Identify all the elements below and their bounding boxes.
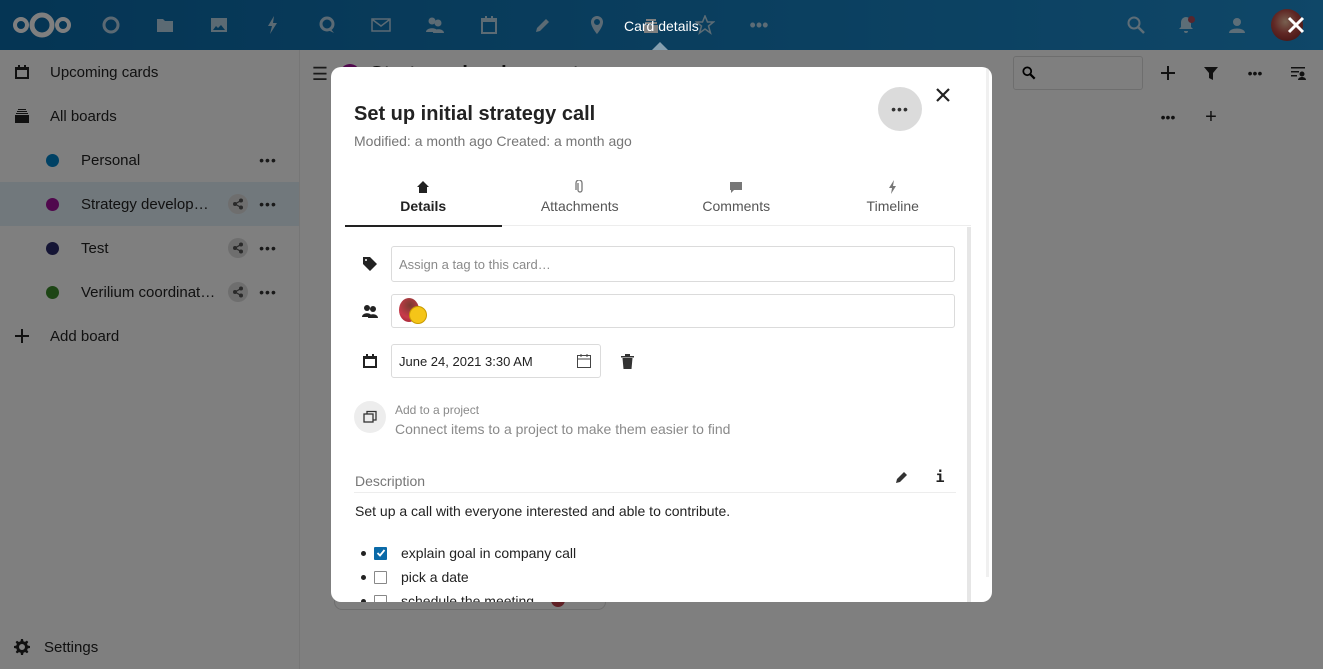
info-icon[interactable]: i: [930, 467, 950, 487]
tag-icon: [354, 256, 386, 272]
overlay-close-icon[interactable]: [1283, 12, 1309, 38]
tab-label: Details: [400, 198, 447, 214]
pencil-icon[interactable]: [892, 467, 912, 487]
tab-timeline[interactable]: Timeline: [815, 175, 972, 226]
bullet: [361, 574, 366, 580]
calendar-icon: [354, 353, 386, 369]
active-app-indicator: [652, 42, 668, 50]
checklist-item: explain goal in company call: [361, 541, 576, 565]
checklist-item: schedule the meeting: [361, 589, 576, 602]
modal-scrollbar[interactable]: [986, 67, 989, 577]
tags-row: Assign a tag to this card…: [354, 246, 955, 282]
project-row[interactable]: Add to a project Connect items to a proj…: [354, 401, 730, 437]
scrollbar[interactable]: [967, 227, 971, 602]
card-timestamps: Modified: a month ago Created: a month a…: [354, 133, 632, 149]
assignees-row: [354, 294, 955, 328]
due-date-row: June 24, 2021 3:30 AM: [354, 344, 637, 378]
project-hint: Connect items to a project to make them …: [395, 421, 731, 437]
description-text[interactable]: Set up a call with everyone interested a…: [355, 503, 730, 519]
checklist-text: schedule the meeting: [401, 593, 535, 602]
description-checklist: explain goal in company call pick a date…: [361, 541, 576, 602]
due-date-input[interactable]: June 24, 2021 3:30 AM: [391, 344, 601, 378]
card-actions-button[interactable]: •••: [878, 87, 922, 131]
project-label: Add to a project: [395, 403, 480, 417]
tab-attachments[interactable]: Attachments: [502, 175, 659, 226]
tab-comments[interactable]: Comments: [658, 175, 815, 226]
checklist-text: explain goal in company call: [401, 545, 577, 561]
tag-input[interactable]: Assign a tag to this card…: [391, 246, 955, 282]
paperclip-icon: [575, 180, 583, 193]
due-date-value: June 24, 2021 3:30 AM: [399, 353, 533, 369]
home-icon: [417, 181, 430, 193]
checkbox[interactable]: [374, 546, 387, 560]
assignee-select[interactable]: [391, 294, 955, 328]
bullet: [361, 598, 366, 602]
assignees-icon: [354, 303, 386, 319]
checklist-item: pick a date: [361, 565, 576, 589]
project-icon: [354, 401, 386, 433]
card-details-modal: Set up initial strategy call Modified: a…: [331, 67, 992, 602]
tab-label: Attachments: [540, 198, 619, 214]
avatar: [409, 306, 427, 324]
lightning-icon: [888, 180, 896, 194]
tab-label: Comments: [702, 198, 771, 214]
assignee-avatar[interactable]: [399, 296, 429, 326]
checklist-text: pick a date: [401, 569, 469, 585]
tab-label: Timeline: [866, 198, 919, 214]
tab-details[interactable]: Details: [345, 175, 502, 227]
bullet: [361, 550, 366, 556]
card-tabs: Details Attachments Comments Timeline: [345, 175, 972, 227]
checkbox[interactable]: [374, 570, 387, 584]
overlay-title: Card details: [624, 18, 699, 34]
card-title[interactable]: Set up initial strategy call: [354, 103, 595, 126]
description-header: Description i: [354, 467, 956, 493]
comment-icon: [730, 182, 743, 193]
checkbox[interactable]: [374, 594, 387, 602]
close-icon[interactable]: [931, 83, 955, 107]
calendar-picker-icon[interactable]: [576, 353, 592, 369]
trash-icon[interactable]: [617, 351, 637, 371]
description-label: Description: [355, 473, 426, 489]
